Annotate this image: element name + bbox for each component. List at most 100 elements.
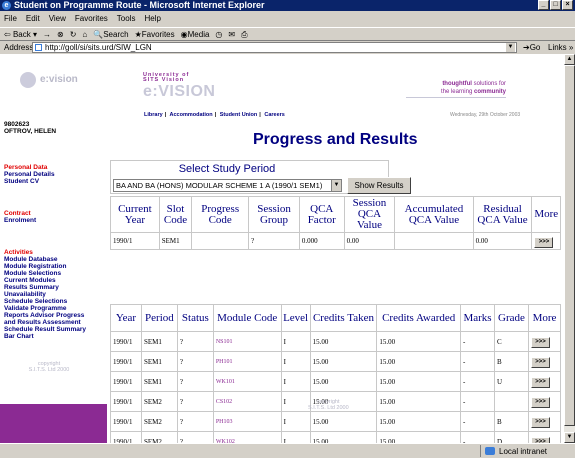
col-session-qca: Session QCA Value <box>343 196 396 233</box>
page-content: e:vision 9802623 OFTROV, HELEN Personal … <box>0 54 563 443</box>
more-button[interactable]: >>> <box>530 417 550 428</box>
cell-module-code[interactable]: WK102 <box>212 431 282 443</box>
nav-student-union[interactable]: Student Union <box>220 112 258 118</box>
cell-marks: - <box>460 391 495 412</box>
show-results-button[interactable]: Show Results <box>347 177 411 194</box>
study-period-panel: Select Study Period BA AND BA (HONS) MOD… <box>110 160 411 194</box>
col-year: Year <box>110 304 142 332</box>
cell-marks: - <box>460 411 495 432</box>
col-progress-code: Progress Code <box>191 196 250 233</box>
vertical-scrollbar[interactable]: ▲ ▼ <box>563 54 575 443</box>
media-button[interactable]: ◉Media <box>181 28 210 40</box>
scroll-down-icon[interactable]: ▼ <box>564 432 575 443</box>
menu-tools[interactable]: Tools <box>117 12 136 26</box>
nav-library[interactable]: Library <box>144 112 163 118</box>
title-bar: e Student on Programme Route - Microsoft… <box>0 0 575 11</box>
col-qca-factor: QCA Factor <box>298 196 345 233</box>
university-logo: University of SITS Vision e:VISION <box>143 72 216 100</box>
more-button[interactable]: >>> <box>530 337 550 348</box>
address-input[interactable]: http://goll/si/sits.urd/SIW_LGN ▼ <box>32 42 517 53</box>
cell-year: 1990/1 <box>110 391 142 412</box>
cell-marks: - <box>460 431 495 443</box>
menu-favorites[interactable]: Favorites <box>75 12 108 26</box>
more-button[interactable]: >>> <box>530 357 550 368</box>
cell-grade: C <box>494 331 529 352</box>
sidebar-purple-block <box>0 404 107 443</box>
tagline-rule <box>406 97 506 98</box>
window-title: Student on Programme Route - Microsoft I… <box>14 0 265 10</box>
cell-module-code[interactable]: PH103 <box>212 411 282 432</box>
sidebar-item-student-cv[interactable]: Student CV <box>4 178 39 185</box>
cell-session-qca: 0.00 <box>343 232 396 250</box>
cell-module-code[interactable]: CS102 <box>212 391 282 412</box>
maximize-button[interactable]: □ <box>550 0 561 10</box>
search-button[interactable]: 🔍Search <box>93 28 128 40</box>
col-status: Status <box>176 304 214 332</box>
chevron-down-icon: ▼ <box>331 180 341 191</box>
history-icon[interactable]: ◷ <box>215 28 222 40</box>
col-residual-qca: Residual QCA Value <box>472 196 533 233</box>
cell-year: 1990/1 <box>110 371 142 392</box>
cell-credits-taken: 15.00 <box>309 331 378 352</box>
home-icon[interactable]: ⌂ <box>82 28 87 40</box>
sidebar-item-enrolment[interactable]: Enrolment <box>4 217 36 224</box>
student-name: OFTROV, HELEN <box>4 128 57 135</box>
mail-icon[interactable]: ✉ <box>228 28 235 40</box>
minimize-button[interactable]: _ <box>538 0 549 10</box>
cell-module-code[interactable]: WK101 <box>212 371 282 392</box>
evision-logo-icon <box>20 72 36 88</box>
table-row: 1990/1 SEM1 ? NS101 I 15.00 15.00 - C >>… <box>110 331 562 352</box>
browser-window: e Student on Programme Route - Microsoft… <box>0 0 575 457</box>
more-button[interactable]: >>> <box>530 397 550 408</box>
menu-help[interactable]: Help <box>144 12 160 26</box>
cell-more: >>> <box>527 431 562 443</box>
address-dropdown-icon[interactable]: ▼ <box>506 43 515 52</box>
address-bar: Address http://goll/si/sits.urd/SIW_LGN … <box>0 41 575 54</box>
forward-button[interactable]: → <box>43 28 51 40</box>
col-period: Period <box>140 304 178 332</box>
more-button[interactable]: >>> <box>530 377 550 388</box>
stop-icon[interactable]: ⊗ <box>57 28 64 40</box>
cell-credits-taken: 15.00 <box>309 431 378 443</box>
scroll-up-icon[interactable]: ▲ <box>564 54 575 65</box>
scroll-thumb[interactable] <box>564 65 575 426</box>
cell-more: >>> <box>527 351 562 372</box>
go-button[interactable]: ➔Go <box>523 41 540 54</box>
table-row: 1990/1 SEM1 ? WK101 I 15.00 15.00 - U >>… <box>110 371 562 392</box>
table-row: 1990/1 SEM1 ? 0.000 0.00 0.00 >>> <box>110 232 561 250</box>
cell-grade: B <box>494 351 529 372</box>
nav-accommodation[interactable]: Accommodation <box>170 112 213 118</box>
study-period-select[interactable]: BA AND BA (HONS) MODULAR SCHEME 1 A (199… <box>113 179 342 192</box>
cell-status: ? <box>176 351 214 372</box>
cell-period: SEM1 <box>140 371 178 392</box>
cell-period: SEM1 <box>140 331 178 352</box>
links-button[interactable]: Links » <box>548 41 573 54</box>
menu-edit[interactable]: Edit <box>26 12 40 26</box>
cell-module-code[interactable]: PH101 <box>212 351 282 372</box>
cell-status: ? <box>176 371 214 392</box>
cell-status: ? <box>176 391 214 412</box>
cell-year: 1990/1 <box>110 351 142 372</box>
close-button[interactable]: × <box>562 0 573 10</box>
menu-view[interactable]: View <box>49 12 66 26</box>
menu-file[interactable]: File <box>4 12 17 26</box>
cell-module-code[interactable]: NS101 <box>212 331 282 352</box>
cell-session-group: ? <box>248 232 300 250</box>
security-zone: Local intranet <box>480 445 547 457</box>
refresh-icon[interactable]: ↻ <box>70 28 77 40</box>
nav-careers[interactable]: Careers <box>264 112 285 118</box>
results-table: Year Period Status Module Code Level Cre… <box>110 304 562 443</box>
table-row: 1990/1 SEM1 ? PH101 I 15.00 15.00 - B >>… <box>110 351 562 372</box>
cell-period: SEM1 <box>140 351 178 372</box>
study-period-heading: Select Study Period <box>178 163 276 175</box>
favorites-button[interactable]: ★Favorites <box>135 28 175 40</box>
ie-logo-icon: e <box>2 1 11 10</box>
cell-status: ? <box>176 331 214 352</box>
back-button[interactable]: ⇦ Back ▾ <box>4 28 37 40</box>
sidebar-item-bar-chart[interactable]: Bar Chart <box>4 333 34 340</box>
print-icon[interactable]: ⎙ <box>241 28 247 40</box>
more-button[interactable]: >>> <box>534 236 554 248</box>
cell-level: I <box>280 371 311 392</box>
footer-copyright: copyright S.I.T.S. Ltd 2000 <box>308 399 349 411</box>
cell-period: SEM2 <box>140 391 178 412</box>
